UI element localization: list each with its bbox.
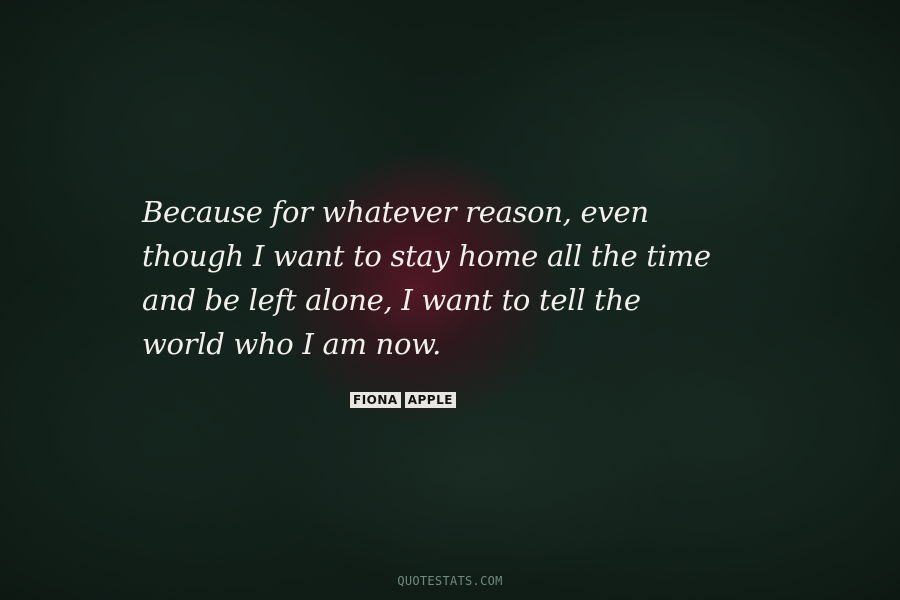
site-watermark: QUOTESTATS.COM xyxy=(397,574,503,588)
quote-image: Because for whatever reason, even though… xyxy=(0,0,900,600)
quote-line-2: though I want to stay home all the time xyxy=(142,239,711,273)
quote-text: Because for whatever reason, even though… xyxy=(142,190,822,366)
author-last-name: APPLE xyxy=(404,392,456,408)
author-first-name: FIONA xyxy=(350,392,401,408)
quote-author: FIONA APPLE xyxy=(350,392,456,408)
quote-line-1: Because for whatever reason, even xyxy=(142,195,649,229)
quote-line-4: world who I am now. xyxy=(142,327,442,361)
quote-line-3: and be left alone, I want to tell the xyxy=(142,283,641,317)
